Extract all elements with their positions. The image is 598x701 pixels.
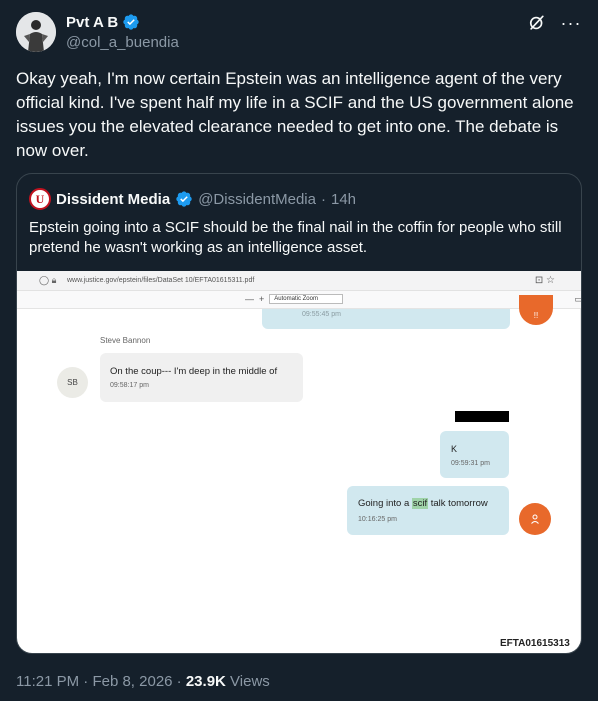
cropped-avatar-icon: !!	[519, 295, 553, 325]
sender-name: Steve Bannon	[100, 336, 151, 345]
views-count: 23.9K	[185, 673, 226, 690]
meta-separator-2: ·	[176, 673, 182, 690]
author-avatar[interactable]	[16, 12, 56, 52]
post-time[interactable]: 11:21 PM	[16, 673, 79, 690]
redaction-bar	[455, 411, 509, 422]
shield-icon: ◯ 🔒︎	[39, 275, 57, 285]
scif-highlight: scif	[411, 498, 429, 509]
post-date[interactable]: Feb 8, 2026	[92, 673, 172, 690]
author-handle[interactable]: @col_a_buendia	[66, 34, 179, 51]
bookmark-star-icon: ⊡ ☆	[534, 275, 555, 286]
author-avatar-image	[16, 12, 56, 52]
grok-icon[interactable]	[526, 12, 548, 34]
pdf-scrollbar	[580, 309, 581, 653]
quote-author-name[interactable]: Dissident Media	[56, 191, 170, 208]
user-icon	[519, 503, 551, 535]
quote-author-handle[interactable]: @DissidentMedia	[198, 191, 316, 208]
quote-media-image[interactable]: ◯ 🔒︎ www.justice.gov/epstein/files/DataS…	[17, 271, 581, 653]
quoted-post[interactable]: U Dissident Media @DissidentMedia · 14h …	[16, 173, 582, 654]
post-meta: 11:21 PM · Feb 8, 2026 · 23.9K Views	[16, 673, 270, 690]
cropped-bubble-time: 09:55:45 pm	[302, 311, 341, 318]
tweet: Pvt A B @col_a_buendia ··· Okay yeah, I'…	[0, 0, 598, 701]
scif-message-text: Going into a scif talk tomorrow	[358, 498, 488, 509]
outgoing-message-time: 09:59:31 pm	[451, 460, 490, 467]
zoom-select: Automatic Zoom	[269, 294, 344, 304]
incoming-message-time: 09:58:17 pm	[110, 382, 149, 389]
document-id: EFTA01615313	[500, 638, 570, 649]
incoming-message-text: On the coup--- I'm deep in the middle of	[110, 366, 278, 377]
scif-message-bubble: Going into a scif talk tomorrow 10:16:25…	[347, 486, 509, 535]
incoming-message-bubble: On the coup--- I'm deep in the middle of…	[100, 353, 303, 402]
sender-avatar: SB	[57, 367, 88, 398]
author-name[interactable]: Pvt A B	[66, 14, 118, 31]
outgoing-message-text: K	[451, 444, 458, 454]
screenshot-pdf-toolbar: — + Automatic Zoom ▭	[17, 291, 581, 309]
verified-badge-icon	[123, 14, 139, 30]
zoom-out-icon: —	[245, 294, 254, 304]
cropped-bubble: 09:55:45 pm	[262, 309, 510, 329]
screenshot-browser-bar: ◯ 🔒︎ www.justice.gov/epstein/files/DataS…	[17, 271, 581, 291]
pdf-sidebar-icon: ▭	[574, 294, 581, 305]
scif-message-time: 10:16:25 pm	[358, 516, 397, 523]
outgoing-message-bubble: K 09:59:31 pm	[440, 431, 509, 478]
quote-separator: ·	[320, 190, 326, 208]
quote-timestamp[interactable]: 14h	[331, 191, 356, 208]
meta-separator: ·	[83, 673, 89, 690]
post-text: Okay yeah, I'm now certain Epstein was a…	[16, 69, 574, 160]
views-label: Views	[230, 673, 270, 690]
screenshot-url: www.justice.gov/epstein/files/DataSet 10…	[67, 277, 255, 284]
more-options-icon[interactable]: ···	[560, 12, 582, 34]
zoom-in-icon: +	[259, 294, 265, 304]
quote-verified-badge-icon	[176, 191, 192, 207]
quote-author-avatar[interactable]: U	[29, 188, 51, 210]
quote-text: Epstein going into a SCIF should be the …	[29, 219, 562, 256]
